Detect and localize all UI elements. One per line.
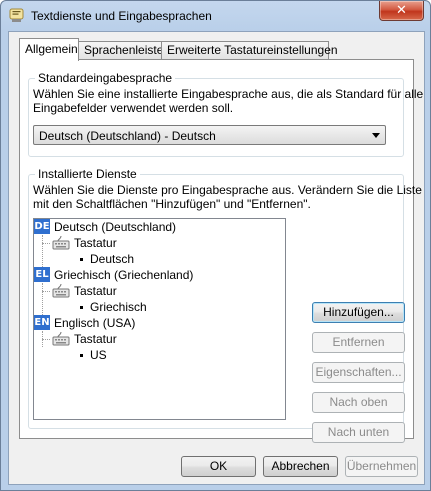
layout-label-de: Deutsch [90, 252, 135, 266]
keyboard-icon [52, 284, 70, 298]
default-language-selected-value: Deutsch (Deutschland) - Deutsch [39, 129, 216, 143]
language-name-el: Griechisch (Griechenland) [54, 268, 194, 282]
tree-connector [42, 243, 50, 244]
tree-connector [42, 291, 50, 292]
bullet-icon [80, 258, 83, 261]
installed-services-legend: Installierte Dienste [35, 167, 140, 181]
dialog-client-area: Allgemein Sprachenleiste Erweiterte Tast… [8, 31, 425, 485]
keyboard-icon [52, 236, 70, 250]
language-name-en: Englisch (USA) [54, 316, 136, 330]
text-services-icon [9, 8, 24, 22]
installed-services-description-1: Wählen Sie die Dienste pro Eingabesprach… [33, 183, 422, 197]
tree-connector [42, 283, 43, 315]
remove-button[interactable]: Entfernen [312, 332, 405, 353]
installed-services-group: Installierte Dienste Wählen Sie die Dien… [28, 167, 422, 443]
close-button[interactable]: ✕ [379, 1, 424, 21]
bullet-icon [80, 354, 83, 357]
properties-button[interactable]: Eigenschaften... [312, 362, 405, 383]
tree-connector [42, 235, 43, 267]
keyboard-label-en: Tastatur [74, 332, 117, 346]
ok-button[interactable]: OK [181, 456, 256, 477]
tab-panel-allgemein: Standardeingabesprache Wählen Sie eine i… [19, 59, 423, 443]
dialog-window: Textdienste und Eingabesprachen ✕ Allgem… [0, 0, 431, 491]
default-language-legend: Standardeingabesprache [35, 71, 176, 85]
keyboard-label-de: Tastatur [74, 236, 117, 250]
move-down-button[interactable]: Nach unten [312, 422, 405, 443]
default-language-group: Standardeingabesprache Wählen Sie eine i… [28, 71, 423, 157]
chevron-down-icon[interactable] [372, 133, 380, 138]
title-bar[interactable]: Textdienste und Eingabesprachen ✕ [1, 1, 430, 31]
installed-services-description-2: mit den Schaltflächen "Hinzufügen" und "… [33, 197, 311, 211]
keyboard-icon [52, 332, 70, 346]
cancel-button[interactable]: Abbrechen [263, 456, 338, 477]
apply-button[interactable]: Übernehmen [345, 456, 418, 477]
tab-sprachenleiste[interactable]: Sprachenleiste [78, 41, 163, 59]
default-language-description-2: Eingabefelder verwendet werden soll. [33, 101, 234, 115]
bullet-icon [80, 306, 83, 309]
add-button[interactable]: Hinzufügen... [312, 302, 405, 323]
language-badge-en: EN [34, 315, 50, 330]
window-title: Textdienste und Eingabesprachen [31, 9, 212, 23]
tree-connector [42, 339, 50, 340]
installed-services-tree[interactable]: DE Deutsch (Deutschland) Tastatur Deutsc… [33, 218, 286, 420]
default-language-description-1: Wählen Sie eine installierte Eingabespra… [33, 87, 424, 101]
tab-allgemein[interactable]: Allgemein [19, 38, 79, 61]
keyboard-label-el: Tastatur [74, 284, 117, 298]
language-badge-el: EL [34, 267, 50, 282]
close-icon: ✕ [396, 2, 407, 17]
layout-label-el: Griechisch [90, 300, 147, 314]
layout-label-en: US [90, 348, 107, 362]
tab-erweiterte-tastatureinstellungen[interactable]: Erweiterte Tastatureinstellungen [161, 41, 338, 59]
language-name-de: Deutsch (Deutschland) [54, 220, 177, 234]
language-badge-de: DE [34, 219, 50, 234]
move-up-button[interactable]: Nach oben [312, 392, 405, 413]
default-language-select[interactable]: Deutsch (Deutschland) - Deutsch [33, 125, 386, 145]
